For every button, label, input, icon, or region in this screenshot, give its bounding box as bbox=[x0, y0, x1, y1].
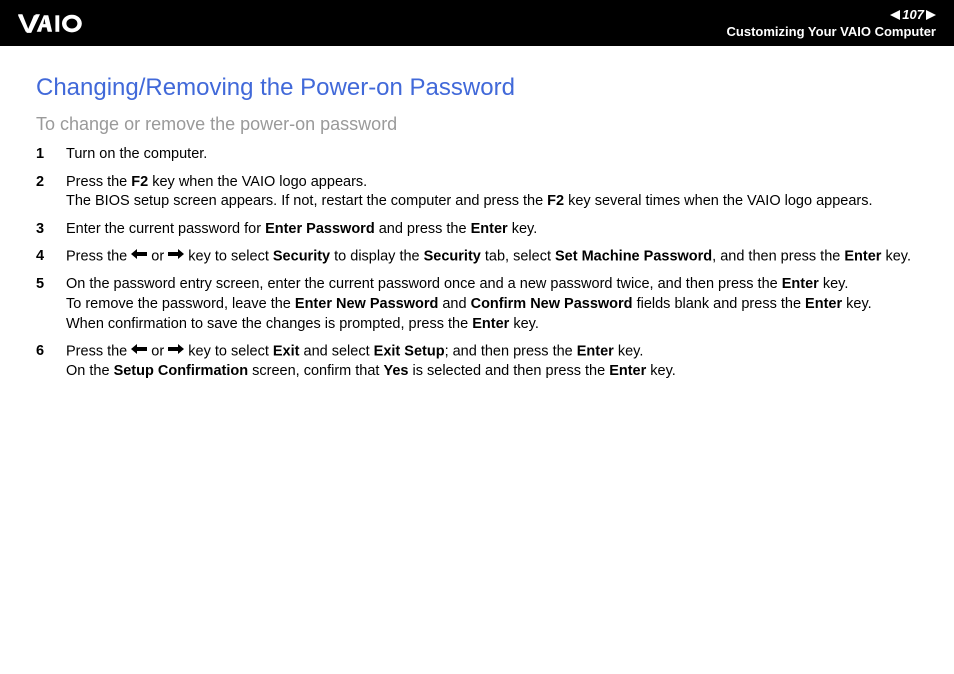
key-label: Enter bbox=[609, 363, 646, 379]
arrow-left-icon bbox=[131, 341, 147, 361]
page-content: Changing/Removing the Power-on Password … bbox=[0, 46, 954, 382]
key-label: F2 bbox=[131, 174, 148, 190]
arrow-right-icon bbox=[168, 341, 184, 361]
step-2: Press the F2 key when the VAIO logo appe… bbox=[36, 173, 918, 212]
page-number: 107 bbox=[902, 7, 924, 23]
next-page-arrow-icon[interactable] bbox=[926, 10, 936, 20]
step-5: On the password entry screen, enter the … bbox=[36, 275, 918, 334]
screen-label: Setup Confirmation bbox=[114, 363, 249, 379]
prev-page-arrow-icon[interactable] bbox=[890, 10, 900, 20]
field-label: Enter Password bbox=[265, 221, 375, 237]
page-nav: 107 bbox=[727, 7, 936, 23]
step-text: and press the bbox=[375, 221, 471, 237]
step-text: key. bbox=[509, 316, 539, 332]
page-header: VAIO 107 Customizing Your VAIO Computer bbox=[0, 0, 954, 46]
step-text: fields blank and press the bbox=[633, 296, 806, 312]
step-text: key. bbox=[819, 276, 849, 292]
key-label: Enter bbox=[471, 221, 508, 237]
step-text: On the bbox=[66, 363, 114, 379]
step-text: When confirmation to save the changes is… bbox=[66, 316, 472, 332]
step-text: Turn on the computer. bbox=[66, 146, 207, 162]
option-label: Yes bbox=[383, 363, 408, 379]
step-text: key. bbox=[508, 221, 538, 237]
step-text: , and then press the bbox=[712, 249, 844, 265]
step-text: tab, select bbox=[481, 249, 555, 265]
key-label: Enter bbox=[472, 316, 509, 332]
step-3: Enter the current password for Enter Pas… bbox=[36, 220, 918, 240]
step-text: key. bbox=[881, 249, 911, 265]
step-text: or bbox=[147, 249, 168, 265]
tab-label: Security bbox=[424, 249, 481, 265]
menu-label: Security bbox=[273, 249, 330, 265]
step-text: and select bbox=[299, 344, 373, 360]
vaio-logo: VAIO bbox=[18, 12, 128, 34]
step-text: key. bbox=[614, 344, 644, 360]
field-label: Enter New Password bbox=[295, 296, 438, 312]
key-label: F2 bbox=[547, 193, 564, 209]
option-label: Set Machine Password bbox=[555, 249, 712, 265]
step-1: Turn on the computer. bbox=[36, 145, 918, 165]
step-text: key to select bbox=[184, 249, 273, 265]
section-label: Customizing Your VAIO Computer bbox=[727, 24, 936, 40]
key-label: Enter bbox=[805, 296, 842, 312]
arrow-left-icon bbox=[131, 246, 147, 266]
field-label: Confirm New Password bbox=[471, 296, 633, 312]
step-text: or bbox=[147, 344, 168, 360]
step-text: The BIOS setup screen appears. If not, r… bbox=[66, 193, 547, 209]
step-text: On the password entry screen, enter the … bbox=[66, 276, 782, 292]
key-label: Enter bbox=[844, 249, 881, 265]
step-text: ; and then press the bbox=[445, 344, 577, 360]
step-text: is selected and then press the bbox=[408, 363, 609, 379]
page-title: Changing/Removing the Power-on Password bbox=[36, 74, 918, 102]
step-4: Press the or key to select Security to d… bbox=[36, 247, 918, 267]
step-text: to display the bbox=[330, 249, 424, 265]
step-text: Press the bbox=[66, 174, 131, 190]
step-text: screen, confirm that bbox=[248, 363, 383, 379]
step-text: key. bbox=[646, 363, 676, 379]
option-label: Exit Setup bbox=[374, 344, 445, 360]
key-label: Enter bbox=[577, 344, 614, 360]
step-text: key to select bbox=[184, 344, 273, 360]
key-label: Enter bbox=[782, 276, 819, 292]
header-right: 107 Customizing Your VAIO Computer bbox=[727, 7, 936, 39]
step-text: Enter the current password for bbox=[66, 221, 265, 237]
step-text: key several times when the VAIO logo app… bbox=[564, 193, 872, 209]
arrow-right-icon bbox=[168, 246, 184, 266]
step-text: and bbox=[438, 296, 470, 312]
step-text: Press the bbox=[66, 344, 131, 360]
steps-list: Turn on the computer. Press the F2 key w… bbox=[36, 145, 918, 382]
step-text: key when the VAIO logo appears. bbox=[148, 174, 367, 190]
step-text: To remove the password, leave the bbox=[66, 296, 295, 312]
page-subtitle: To change or remove the power-on passwor… bbox=[36, 114, 918, 135]
step-6: Press the or key to select Exit and sele… bbox=[36, 342, 918, 382]
step-text: key. bbox=[842, 296, 872, 312]
menu-label: Exit bbox=[273, 344, 300, 360]
step-text: Press the bbox=[66, 249, 131, 265]
